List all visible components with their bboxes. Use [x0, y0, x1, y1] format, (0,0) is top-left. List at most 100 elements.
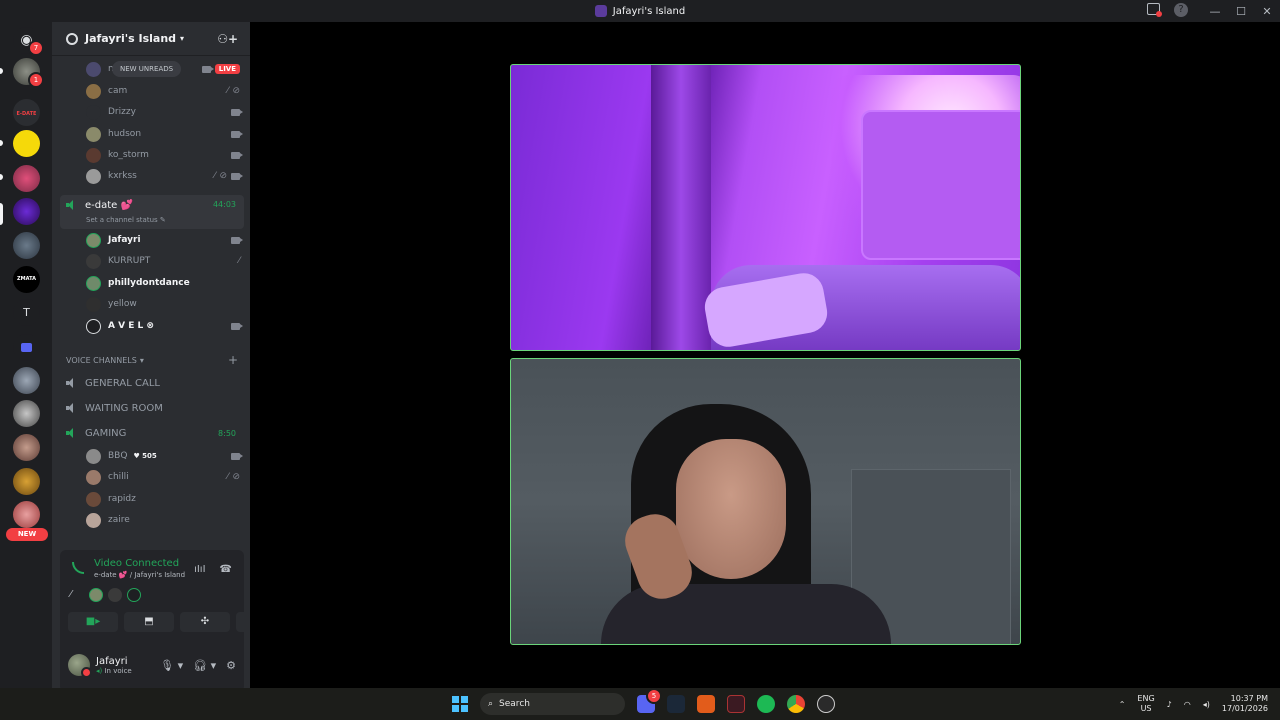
voice-user[interactable]: chilli ⁄ ⊘ [86, 468, 240, 486]
new-servers-badge[interactable]: NEW [6, 528, 48, 541]
mic-muted-icon: ⁄ [226, 472, 229, 482]
voice-panel: Video Connected e-date 💕 / Jafayri's Isl… [60, 550, 286, 692]
voice-user[interactable]: ko_storm [86, 146, 243, 164]
close-button[interactable]: ✕ [1254, 5, 1280, 18]
server-avatar-5[interactable] [13, 434, 40, 461]
app-icon[interactable] [817, 695, 835, 713]
voice-user[interactable]: BBQ ♥ 505 [86, 447, 243, 465]
voice-channel-general-call[interactable]: GENERAL CALL [60, 372, 244, 394]
guild-tag: ♥ 505 [133, 452, 157, 460]
camera-icon [231, 322, 243, 330]
activities-button[interactable]: ✣ [180, 612, 230, 632]
archive-app-icon[interactable] [697, 695, 715, 713]
server-avatar-4[interactable] [13, 400, 40, 427]
settings-gear-icon[interactable]: ⚙ [226, 659, 236, 672]
voice-channels-category[interactable]: VOICE CHANNELS ▾ + [66, 354, 238, 366]
minimize-button[interactable]: — [1202, 5, 1228, 18]
server-avatar-2[interactable] [13, 232, 40, 259]
server-avatar-6[interactable] [13, 468, 40, 495]
camera-toggle-button[interactable]: ■▸ [68, 612, 118, 632]
voice-user[interactable]: yellow [86, 295, 240, 313]
voice-user[interactable]: zaire [86, 511, 240, 529]
server-avatar-7[interactable] [13, 501, 40, 528]
clock[interactable]: 10:37 PM 17/01/2026 [1222, 694, 1268, 714]
username: chilli [108, 472, 129, 482]
chevron-up-icon[interactable]: ⌃ [1119, 700, 1126, 709]
user-avatar[interactable] [68, 654, 92, 678]
video-tile-room[interactable] [510, 64, 1021, 351]
server1-badge: 1 [28, 72, 44, 88]
headphones-icon[interactable]: 🎧︎ ▾ [193, 659, 216, 672]
voice-channel-waiting-room[interactable]: WAITING ROOM [60, 397, 244, 419]
folder-icon[interactable] [13, 334, 40, 361]
add-channel-icon[interactable]: + [228, 354, 238, 366]
username: A V E L ⊗ [108, 321, 154, 331]
voice-user[interactable]: Jafayri [86, 231, 243, 249]
channel-status[interactable]: Set a channel status ✎ [86, 216, 166, 224]
username: Drizzy [108, 107, 136, 117]
deafened-icon: ⊘ [232, 86, 240, 96]
username: KURRUPT [108, 256, 151, 266]
username: cam [108, 86, 128, 96]
username: rapidz [108, 494, 136, 504]
avatar [86, 147, 101, 163]
channel-name: e-date 💕 [85, 200, 133, 211]
deafened-icon: ⊘ [219, 171, 227, 181]
server-pink-icon[interactable] [13, 165, 40, 192]
voice-user[interactable]: Drizzy [86, 103, 243, 121]
voice-user[interactable]: cam ⁄ ⊘ [86, 82, 240, 100]
server-edate[interactable]: E-DATE [13, 99, 40, 126]
voice-user[interactable]: A V E L ⊗ [86, 317, 243, 335]
channel-timer: 44:03 [212, 200, 236, 209]
steam-app-icon[interactable] [667, 695, 685, 713]
disconnect-icon[interactable]: ☎ [220, 564, 232, 575]
server-avatar-3[interactable] [13, 367, 40, 394]
volume-icon[interactable]: ◂) [1203, 700, 1210, 709]
video-face [676, 439, 786, 579]
help-icon[interactable]: ? [1174, 3, 1188, 17]
deafened-icon: ⊘ [232, 472, 240, 482]
voice-location[interactable]: e-date 💕 / Jafayri's Island [94, 571, 185, 579]
voice-user[interactable]: KURRUPT ⁄ [86, 252, 240, 270]
voice-user[interactable]: phillydontdance [86, 274, 240, 292]
video-tile-person[interactable] [510, 358, 1021, 645]
add-member-icon[interactable]: ⚇+ [217, 32, 238, 46]
start-icon[interactable] [452, 696, 468, 712]
noise-suppression-icon[interactable]: ıIıI [194, 564, 205, 575]
voice-user[interactable]: rapidz [86, 490, 240, 508]
server-list: ◉ 7 1 E-DATE ZMATA T NEW [0, 22, 52, 688]
server-jafayris-island[interactable] [13, 198, 40, 225]
microphone-tray-icon[interactable]: ♪ [1167, 700, 1172, 709]
avatar[interactable] [89, 588, 103, 602]
guild-header[interactable]: Jafayri's Island ▾ ⚇+ [52, 22, 250, 56]
chrome-app-icon[interactable] [787, 695, 805, 713]
server-yellow-icon[interactable] [13, 130, 40, 157]
language-indicator[interactable]: ENG US [1137, 694, 1154, 714]
maximize-button[interactable]: ☐ [1228, 5, 1254, 18]
voice-status[interactable]: Video Connected [94, 558, 179, 569]
avatar [86, 61, 101, 77]
user-name[interactable]: Jafayri [96, 656, 132, 667]
voice-channel-gaming[interactable]: GAMING 8:50 [60, 422, 244, 444]
spotify-app-icon[interactable] [757, 695, 775, 713]
taskbar-search[interactable]: ⌕ Search [480, 693, 625, 715]
channel-name: GENERAL CALL [85, 377, 160, 389]
signal-icon[interactable] [72, 562, 84, 574]
server-zmata[interactable]: ZMATA [13, 266, 40, 293]
avatar[interactable] [127, 588, 141, 602]
wifi-icon[interactable]: ◠ [1184, 700, 1191, 709]
avatar[interactable] [108, 588, 122, 602]
voice-user[interactable]: hudson [86, 125, 243, 143]
new-unreads-button[interactable]: NEW UNREADS [112, 61, 182, 77]
channel-sidebar: Jafayri's Island ▾ ⚇+ m LIVE NEW UNREADS… [52, 22, 286, 692]
microphone-icon[interactable]: 🎙︎ ▾ [160, 659, 183, 672]
selected-pill [0, 203, 3, 225]
voice-channel-e-date[interactable]: e-date 💕 44:03 Set a channel status ✎ [60, 195, 244, 229]
inbox-icon[interactable] [1147, 3, 1162, 17]
server-t[interactable]: T [13, 299, 40, 326]
screen-share-button[interactable]: ⬒ [124, 612, 174, 632]
discord-app-icon[interactable]: 5 [637, 688, 662, 713]
server-icon [594, 5, 607, 17]
vs-app-icon[interactable] [727, 695, 745, 713]
voice-user[interactable]: kxrkss ⁄ ⊘ [86, 167, 243, 185]
